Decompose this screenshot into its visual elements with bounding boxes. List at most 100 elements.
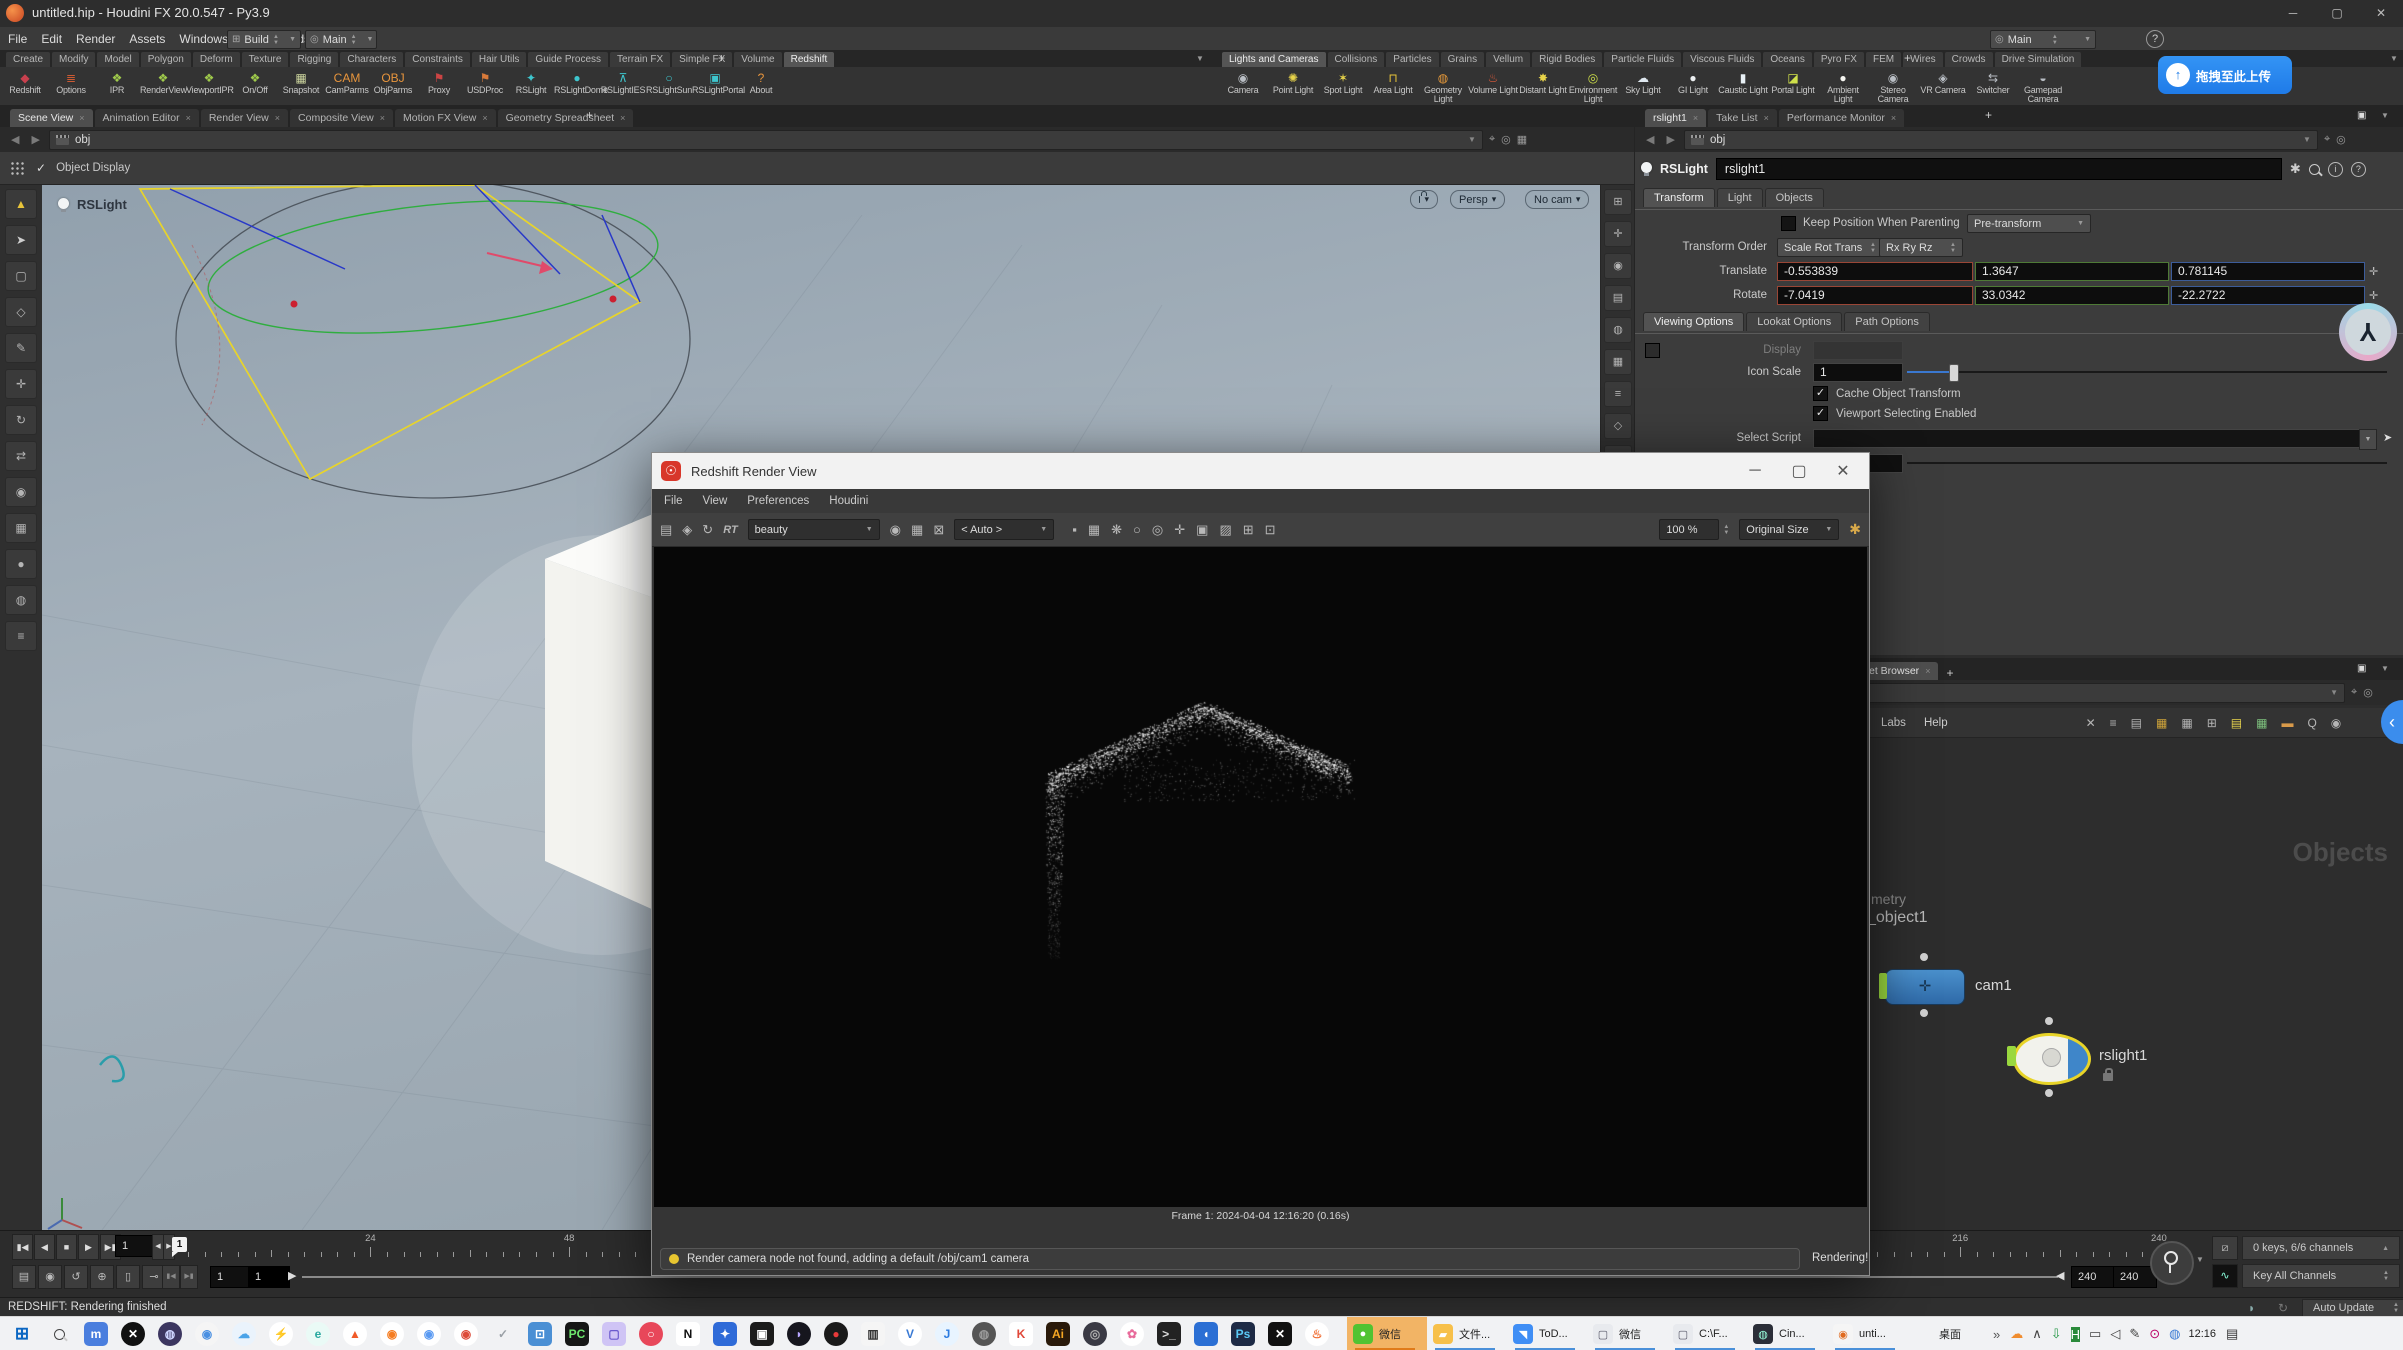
taskbar-app-icon[interactable]: e [306,1322,330,1346]
shelf-tab[interactable]: Redshift [784,52,835,67]
pane-tab[interactable]: Animation Editor× [95,109,199,127]
option-tab[interactable]: Viewing Options [1643,312,1744,331]
shelf-tool[interactable]: ◒Gamepad Camera [2018,68,2068,104]
shelf-set-selector[interactable]: ◎Main [1990,30,2096,49]
taskbar-clock[interactable]: 12:16 [2189,1328,2217,1340]
taskbar-app-icon[interactable]: ◍ [972,1322,996,1346]
viewport-option-icon[interactable]: ◉ [1604,253,1632,279]
taskbar-app-icon[interactable]: ✦ [713,1322,737,1346]
viewport-tool-icon[interactable]: ✛ [5,369,37,399]
shelf-tab[interactable]: Collisions [1328,52,1385,67]
aov-dropdown[interactable]: beauty [748,519,880,540]
menu-item[interactable]: Assets [129,32,165,46]
param-path-field[interactable]: obj ▼ [1684,130,2318,150]
range-slider-right-handle[interactable]: ◀ [2056,1269,2064,1282]
shelf-tool[interactable]: ▦Snapshot [278,68,324,95]
taskbar-window-button[interactable]: ▢ C:\F... [1667,1317,1747,1350]
range-slider-left-handle[interactable]: ▶ [288,1269,296,1282]
tray-icon[interactable]: ☁ [2010,1326,2023,1342]
render-canvas[interactable] [654,547,1867,1207]
shelf-tab[interactable]: Crowds [1945,52,1993,67]
taskbar-app-icon[interactable]: ✕ [1268,1322,1292,1346]
viewport-tool-icon[interactable]: ↻ [5,405,37,435]
cache-transform-checkbox[interactable]: ✓ [1813,386,1828,401]
link-icon[interactable]: ◎ [1501,133,1511,146]
shelf-tab[interactable]: Terrain FX [610,52,670,67]
taskbar-app-icon[interactable]: V [898,1322,922,1346]
viewport-tool-icon[interactable]: ● [5,549,37,579]
render-toolbar-icon[interactable]: ○ [1133,522,1141,537]
shelf-tab[interactable]: Guide Process [528,52,608,67]
close-tab-icon[interactable]: × [1693,113,1698,123]
shelf-tool[interactable]: ✸Distant Light [1518,68,1568,95]
translate-y-field[interactable]: 1.3647 [1975,262,2169,281]
network-toolbar-icon[interactable]: ▦ [2181,716,2192,730]
shelf-tool[interactable]: ⊼RSLightIES [600,68,646,95]
taskbar-window-button[interactable]: ● 微信 [1347,1317,1427,1350]
select-script-dropdown-icon[interactable]: ▼ [2359,429,2377,450]
key-options-icon[interactable]: ▼ [2196,1255,2204,1264]
path-dropdown-icon[interactable]: ▼ [2303,135,2311,144]
render-toolbar-icon[interactable]: ▣ [1196,522,1208,538]
network-toolbar-icon[interactable]: ≡ [2110,716,2117,730]
render-maximize-button[interactable]: ▢ [1777,461,1821,481]
pane-tab[interactable]: rslight1× [1645,109,1706,127]
forward-icon[interactable]: ▶ [1663,133,1677,146]
scoped-channels-icon[interactable]: ⧄ [2212,1236,2238,1260]
node-output-dot[interactable] [1920,1009,1928,1017]
taskbar-app-icon[interactable]: ▢ [602,1322,626,1346]
shelf-tool[interactable]: OBJObjParms [370,68,416,95]
taskbar-app-icon[interactable]: ◉ [454,1322,478,1346]
help-icon[interactable]: ? [2146,30,2164,48]
render-toolbar-icon[interactable]: ✛ [1174,522,1185,538]
shelf-tool[interactable]: ◪Portal Light [1768,68,1818,95]
close-tab-icon[interactable]: × [620,113,625,123]
notification-center-icon[interactable]: ▤ [2226,1326,2238,1342]
render-toolbar-icon[interactable]: ▨ [1219,522,1231,538]
transport-button[interactable]: ■ [56,1234,77,1260]
xform-order-dropdown[interactable]: Scale Rot Trans [1777,238,1883,257]
playbar-icon[interactable]: ◉ [38,1265,62,1289]
display-param-field[interactable] [1813,341,1903,360]
shelf-tool[interactable]: ⚑Proxy [416,68,462,95]
display-override-checkbox[interactable] [1645,343,1660,358]
taskbar-window-button[interactable]: ◥ ToD... [1507,1317,1587,1350]
render-toolbar-icon[interactable]: ↻ [702,522,713,538]
current-frame-field[interactable]: 1 [115,1235,157,1257]
taskbar-app-icon[interactable]: ◉ [195,1322,219,1346]
network-toolbar-icon[interactable]: ▦ [2156,716,2167,730]
network-toolbar-icon[interactable]: ▤ [2131,716,2142,730]
menu-item[interactable]: Edit [41,32,62,46]
search-icon[interactable] [2309,164,2320,175]
render-menu-item[interactable]: View [703,495,728,507]
node-output-dot[interactable] [2045,1089,2053,1097]
taskbar-app-icon[interactable]: N [676,1322,700,1346]
taskbar-app-icon[interactable]: ◖ [1194,1322,1218,1346]
shelf-overflow-icon[interactable]: ▼ [1196,54,1204,63]
viewport-tool-icon[interactable]: ▲ [5,189,37,219]
shelf-tool[interactable]: ●RSLightDome [554,68,600,95]
back-icon[interactable]: ◀ [8,133,22,146]
refresh-icon[interactable]: ↻ [2278,1301,2288,1315]
shelf-tab[interactable]: Polygon [141,52,191,67]
rotate-x-field[interactable]: -7.0419 [1777,286,1973,305]
pane-menu-icon[interactable]: ▼ [2381,111,2389,120]
render-toolbar-icon[interactable]: ◎ [1152,522,1163,538]
light-node[interactable] [2013,1033,2091,1085]
shelf-tab[interactable]: Rigging [290,52,338,67]
pin-icon[interactable]: ⌖ [1489,133,1495,146]
taskbar-app-icon[interactable]: ✕ [121,1322,145,1346]
node-input-dot[interactable] [1920,953,1928,961]
close-tab-icon[interactable]: × [186,113,191,123]
taskbar-app-icon[interactable]: Ps [1231,1322,1255,1346]
range-prev-icon[interactable]: ▮◀ [162,1265,180,1289]
shelf-tool[interactable]: ◆Redshift [2,68,48,95]
close-tab-icon[interactable]: × [79,113,84,123]
menu-item[interactable]: Render [76,32,115,46]
shelf-tool[interactable]: ⚑USDProc [462,68,508,95]
taskbar-app-icon[interactable]: ☁ [232,1322,256,1346]
snapshot-dropdown[interactable]: < Auto > [954,519,1054,540]
back-icon[interactable]: ◀ [1643,133,1657,146]
menu-item[interactable]: Windows [179,32,228,46]
close-tab-icon[interactable]: × [1764,113,1769,123]
